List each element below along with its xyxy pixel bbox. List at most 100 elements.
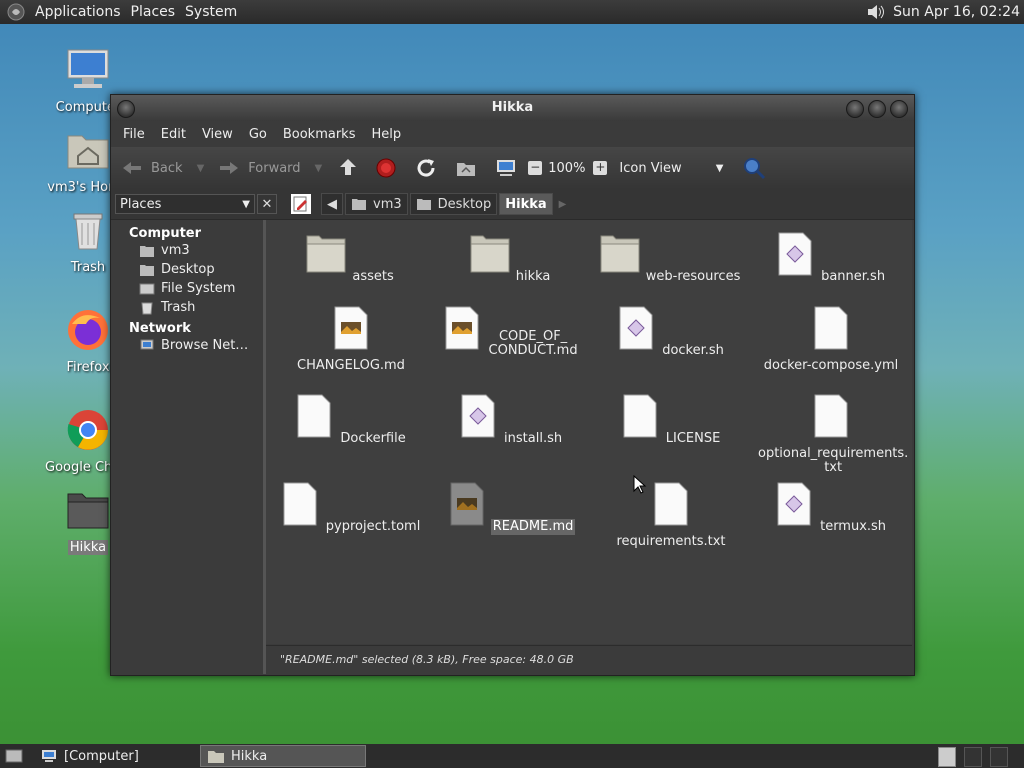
close-sidebar-button[interactable]: ✕ (257, 194, 277, 214)
forward-button[interactable]: Forward ▼ (216, 158, 322, 178)
sidebar-item-desktop[interactable]: Desktop (111, 260, 263, 279)
sidebar-item-file-system[interactable]: File System (111, 279, 263, 298)
computer-icon[interactable] (494, 156, 518, 180)
home-folder-icon (67, 135, 109, 169)
close-button[interactable] (890, 100, 908, 118)
chevron-down-icon: ▼ (715, 162, 724, 174)
trash-icon (141, 302, 153, 314)
home-icon[interactable] (454, 156, 478, 180)
file-item[interactable]: optional_requirements. txt (756, 394, 908, 476)
window-menu-button[interactable] (117, 100, 135, 118)
forward-label: Forward (248, 160, 301, 176)
file-item[interactable]: CHANGELOG.md (276, 306, 426, 374)
show-desktop-icon[interactable] (4, 747, 24, 765)
back-label: Back (151, 160, 183, 176)
applications-menu[interactable]: Applications (30, 4, 126, 20)
edit-location-icon[interactable] (291, 194, 311, 214)
reload-icon[interactable] (414, 156, 438, 180)
maximize-button[interactable] (868, 100, 886, 118)
minimize-button[interactable] (846, 100, 864, 118)
file-name: docker-compose.yml (763, 358, 899, 373)
text-file-icon (445, 306, 479, 350)
folder-icon (306, 235, 346, 273)
sidebar-type-select[interactable]: Places ▼ (115, 194, 255, 214)
file-item[interactable]: docker.sh (596, 306, 746, 359)
breadcrumb-hikka[interactable]: Hikka (499, 193, 553, 215)
file-name: Dockerfile (340, 431, 406, 446)
menu-view[interactable]: View (194, 127, 241, 142)
forward-dropdown-icon[interactable]: ▼ (315, 163, 323, 174)
back-button[interactable]: Back ▼ (119, 158, 204, 178)
gnome-foot-icon[interactable] (6, 2, 26, 22)
file-name: termux.sh (820, 519, 887, 534)
file-name: pyproject.toml (325, 519, 421, 534)
blank-file-icon (814, 306, 848, 350)
file-name: assets (352, 269, 394, 284)
file-item[interactable]: CODE_OF_ CONDUCT.md (436, 306, 586, 359)
file-item[interactable]: web-resources (596, 232, 746, 285)
places-menu[interactable]: Places (126, 4, 181, 20)
file-icon-view[interactable]: assets hikka web-resources banner.sh CHA… (266, 220, 912, 644)
task-label: [Computer] (64, 748, 139, 764)
volume-icon[interactable] (865, 2, 885, 22)
window-titlebar[interactable]: Hikka (111, 95, 914, 121)
chevron-down-icon: ▼ (242, 198, 250, 210)
breadcrumb-desktop[interactable]: Desktop (409, 193, 498, 215)
back-dropdown-icon[interactable]: ▼ (197, 163, 205, 174)
file-item[interactable]: pyproject.toml (276, 482, 426, 535)
network-icon (140, 339, 154, 349)
desktop-icon-label: Hikka (67, 540, 109, 555)
sidebar-item-label: Desktop (161, 262, 215, 277)
file-name: requirements.txt (616, 534, 726, 549)
computer-icon (42, 750, 56, 762)
file-item[interactable]: install.sh (436, 394, 586, 447)
file-item[interactable]: requirements.txt (596, 482, 746, 550)
text-file-icon (334, 306, 368, 350)
task-computer[interactable]: [Computer] (34, 745, 200, 767)
menu-bookmarks[interactable]: Bookmarks (275, 127, 364, 142)
folder-icon (208, 751, 224, 763)
zoom-in-icon[interactable]: + (593, 161, 608, 175)
sidebar-item-trash[interactable]: Trash (111, 298, 263, 317)
breadcrumb-vm3[interactable]: vm3 (345, 193, 408, 215)
script-file-icon (619, 306, 653, 350)
computer-icon (67, 49, 109, 88)
file-name: README.md (490, 519, 576, 535)
breadcrumb-forward-icon[interactable]: ▶ (559, 199, 567, 210)
file-item-selected[interactable]: README.md (436, 482, 586, 535)
desktop-folder-icon (416, 199, 431, 210)
file-name: install.sh (504, 431, 563, 446)
up-icon[interactable] (336, 156, 360, 180)
sidebar-item-vm3[interactable]: vm3 (111, 241, 263, 260)
menu-go[interactable]: Go (241, 127, 275, 142)
view-mode-label: Icon View (619, 160, 682, 176)
workspace-switcher[interactable] (938, 747, 956, 767)
zoom-level: 100% (548, 160, 586, 176)
menu-file[interactable]: File (115, 127, 153, 142)
menu-help[interactable]: Help (363, 127, 409, 142)
file-item[interactable]: banner.sh (756, 232, 906, 285)
stop-icon[interactable] (374, 156, 398, 180)
menu-edit[interactable]: Edit (153, 127, 194, 142)
file-item[interactable]: Dockerfile (276, 394, 426, 447)
file-item[interactable]: docker-compose.yml (756, 306, 906, 374)
workspace-switcher-3[interactable] (990, 747, 1008, 767)
blank-file-icon (297, 394, 331, 438)
sidebar-item-browse-network[interactable]: Browse Net… (111, 336, 263, 355)
zoom-out-icon[interactable]: − (528, 161, 543, 175)
file-item[interactable]: hikka (436, 232, 586, 285)
system-menu[interactable]: System (180, 4, 242, 20)
view-mode-select[interactable]: Icon View ▼ (619, 161, 723, 176)
workspace-switcher-2[interactable] (964, 747, 982, 767)
search-icon[interactable] (741, 155, 767, 181)
back-arrow-icon (123, 162, 141, 174)
file-item[interactable]: termux.sh (756, 482, 906, 535)
file-item[interactable]: assets (276, 232, 426, 285)
task-hikka[interactable]: Hikka (200, 745, 366, 767)
file-name: hikka (515, 269, 551, 284)
bottom-panel: [Computer] Hikka (0, 744, 1024, 768)
breadcrumb-back-button[interactable]: ◀ (321, 193, 343, 215)
clock[interactable]: Sun Apr 16, 02:24 (893, 4, 1020, 20)
file-item[interactable]: LICENSE (596, 394, 746, 447)
sidebar-heading-computer: Computer (129, 226, 202, 241)
